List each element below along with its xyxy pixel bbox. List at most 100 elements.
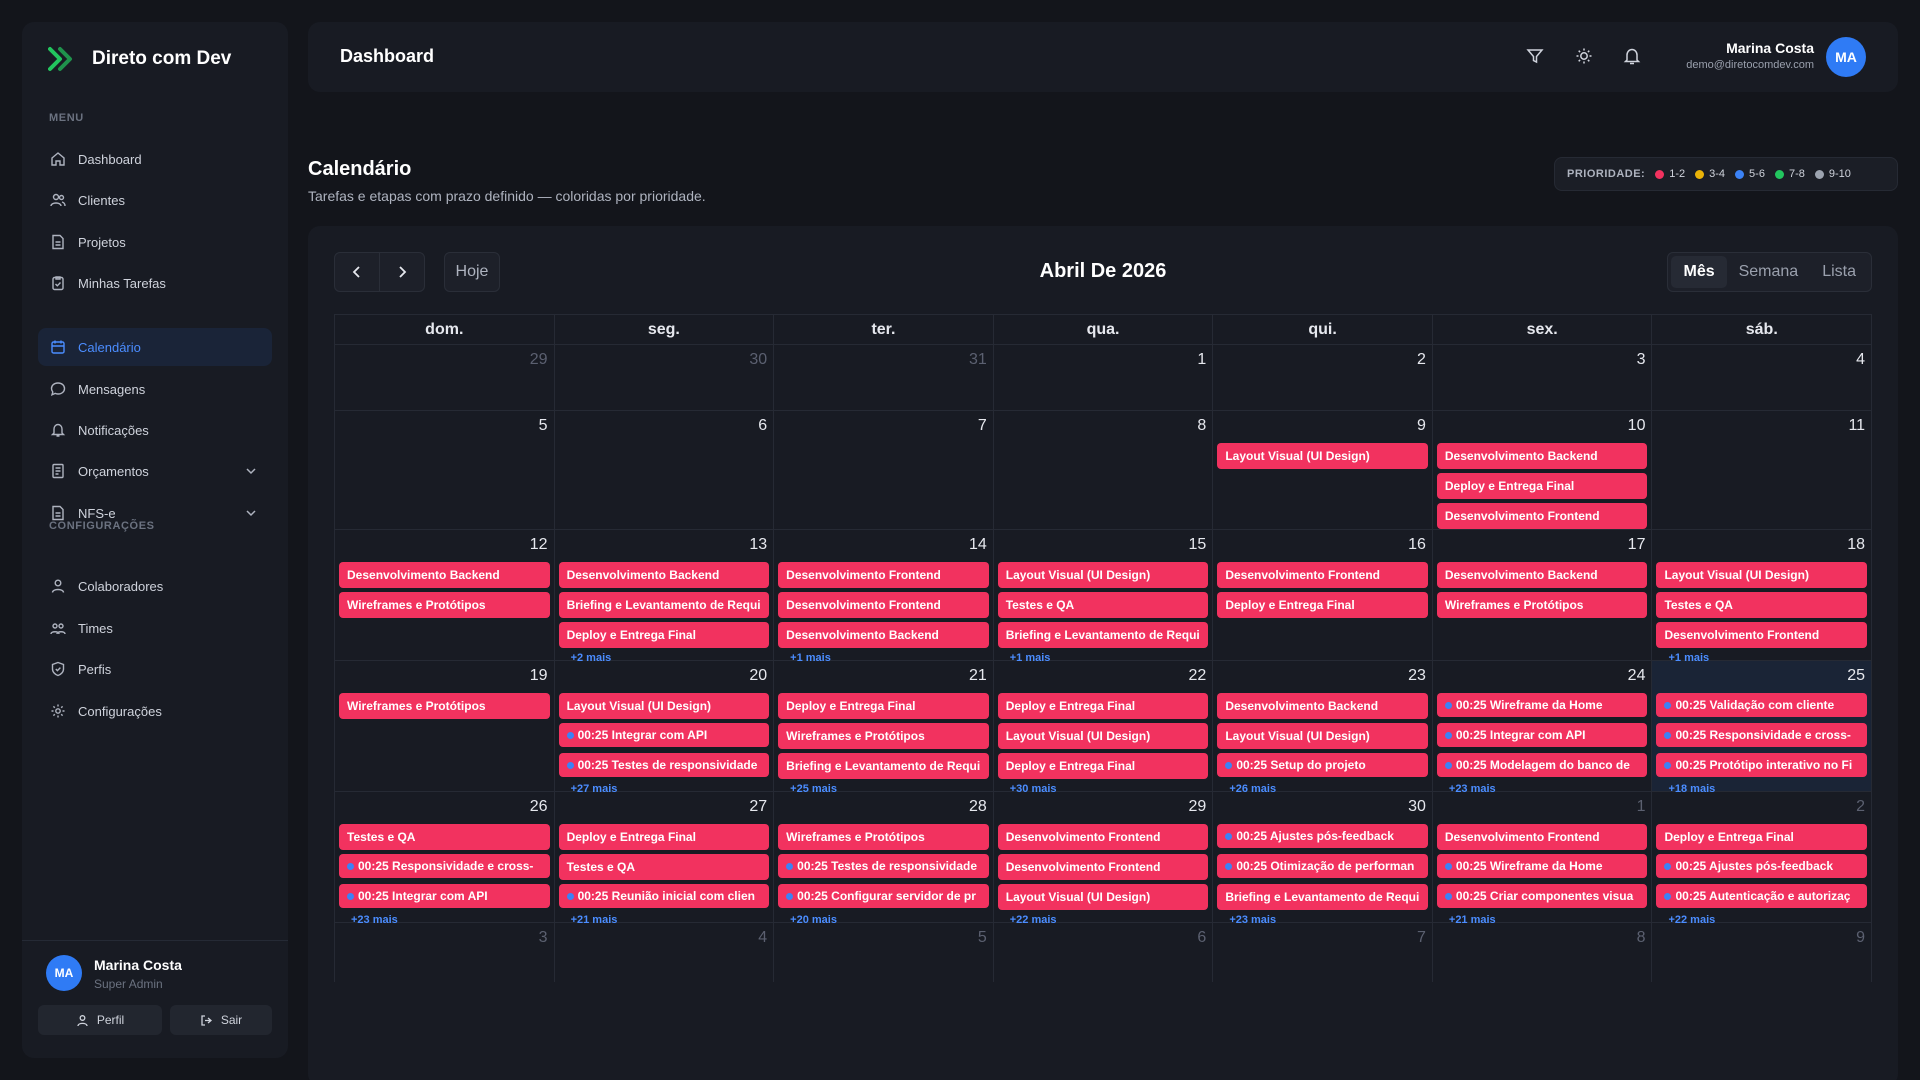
sidebar-item-colaboradores[interactable]: Colaboradores [38, 567, 272, 605]
calendar-task[interactable]: 00:25 Testes de responsividade [778, 854, 989, 878]
calendar-event[interactable]: Testes e QA [558, 854, 770, 880]
sidebar-item-dashboard[interactable]: Dashboard [38, 140, 272, 178]
calendar-day[interactable]: 3 [335, 923, 554, 982]
topbar-user[interactable]: Marina Costa demo@diretocomdev.com [1686, 40, 1814, 71]
calendar-task[interactable]: 00:25 Responsividade e cross- [339, 854, 550, 878]
calendar-task[interactable]: 00:25 Ajustes pós-feedback [1656, 854, 1868, 878]
calendar-day[interactable]: 30 [553, 345, 774, 410]
calendar-day[interactable]: 17 Desenvolvimento Backend Wireframes e Pr… [1431, 530, 1652, 660]
sidebar-item-calendario[interactable]: Calendário [38, 328, 272, 366]
calendar-event[interactable]: Desenvolvimento Frontend [1217, 562, 1428, 588]
sidebar-item-perfis[interactable]: Perfis [38, 650, 272, 688]
calendar-day[interactable]: 4 [553, 923, 774, 982]
calendar-event[interactable]: Layout Visual (UI Design) [1217, 723, 1428, 749]
calendar-day[interactable]: 26 Testes e QA 00:25 Responsividade e cros… [335, 792, 554, 926]
calendar-event[interactable]: Layout Visual (UI Design) [1217, 443, 1428, 469]
calendar-day[interactable]: 24 00:25 Wireframe da Home 00:25 Integrar … [1431, 661, 1652, 795]
calendar-day[interactable]: 21 Deploy e Entrega Final Wireframes e Pro… [773, 661, 993, 795]
calendar-event[interactable]: Layout Visual (UI Design) [997, 723, 1209, 749]
bell-icon[interactable] [1622, 46, 1642, 66]
sidebar-item-minhas-tarefas[interactable]: Minhas Tarefas [38, 264, 272, 302]
calendar-day[interactable]: 2 [1212, 345, 1432, 410]
calendar-day[interactable]: 23 Desenvolvimento Backend Layout Visual (… [1212, 661, 1432, 795]
sidebar-item-times[interactable]: Times [38, 609, 272, 647]
calendar-task[interactable]: 00:25 Criar componentes visua [1436, 884, 1648, 908]
calendar-event[interactable]: Desenvolvimento Frontend [1436, 824, 1648, 850]
view-list-button[interactable]: Lista [1810, 256, 1868, 288]
calendar-event[interactable]: Deploy e Entrega Final [1217, 592, 1428, 618]
sidebar-item-configuracoes[interactable]: Configurações [38, 692, 272, 730]
calendar-event[interactable]: Testes e QA [997, 592, 1209, 618]
calendar-task[interactable]: 00:25 Autenticação e autorizaç [1656, 884, 1868, 908]
calendar-event[interactable]: Deploy e Entrega Final [1436, 473, 1648, 499]
calendar-event[interactable]: Wireframes e Protótipos [339, 592, 550, 618]
calendar-event[interactable]: Layout Visual (UI Design) [558, 693, 770, 719]
calendar-day[interactable]: 7 [773, 411, 993, 529]
filter-icon[interactable] [1525, 46, 1545, 66]
sidebar-item-notificacoes[interactable]: Notificações [38, 411, 272, 449]
calendar-event[interactable]: Deploy e Entrega Final [558, 824, 770, 850]
calendar-task[interactable]: 00:25 Protótipo interativo no Fi [1656, 753, 1868, 777]
sun-icon[interactable] [1574, 46, 1594, 66]
calendar-event[interactable]: Desenvolvimento Backend [558, 562, 770, 588]
view-month-button[interactable]: Mês [1671, 256, 1727, 288]
calendar-event[interactable]: Desenvolvimento Backend [1217, 693, 1428, 719]
calendar-day[interactable]: 5 [335, 411, 554, 529]
calendar-day[interactable]: 28 Wireframes e Protótipos 00:25 Testes de… [773, 792, 993, 926]
calendar-event[interactable]: Deploy e Entrega Final [778, 693, 989, 719]
view-week-button[interactable]: Semana [1727, 256, 1811, 288]
calendar-day[interactable]: 15 Layout Visual (UI Design) Testes e QA Br… [992, 530, 1213, 664]
calendar-event[interactable]: Testes e QA [339, 824, 550, 850]
calendar-event[interactable]: Desenvolvimento Frontend [1436, 503, 1648, 529]
calendar-event[interactable]: Desenvolvimento Frontend [997, 854, 1209, 880]
sidebar-item-clientes[interactable]: Clientes [38, 181, 272, 219]
calendar-task[interactable]: 00:25 Modelagem do banco de [1436, 753, 1648, 777]
sidebar-item-mensagens[interactable]: Mensagens [38, 370, 272, 408]
calendar-day[interactable]: 1 [992, 345, 1213, 410]
calendar-day[interactable]: 14 Desenvolvimento Frontend Desenvolviment… [773, 530, 993, 664]
calendar-day[interactable]: 29 [335, 345, 554, 410]
calendar-task[interactable]: 00:25 Wireframe da Home [1436, 854, 1648, 878]
calendar-day[interactable]: 4 [1651, 345, 1871, 410]
calendar-event[interactable]: Deploy e Entrega Final [997, 693, 1209, 719]
calendar-event[interactable]: Desenvolvimento Backend [339, 562, 550, 588]
avatar[interactable]: MA [1826, 37, 1866, 77]
calendar-day[interactable]: 9 Layout Visual (UI Design) [1212, 411, 1432, 529]
logout-button[interactable]: Sair [170, 1005, 272, 1035]
calendar-event[interactable]: Wireframes e Protótipos [1436, 592, 1648, 618]
calendar-event[interactable]: Layout Visual (UI Design) [997, 884, 1209, 910]
calendar-day[interactable]: 30 00:25 Ajustes pós-feedback 00:25 Otimiz… [1212, 792, 1432, 926]
calendar-event[interactable]: Wireframes e Protótipos [778, 824, 989, 850]
calendar-day[interactable]: 19 Wireframes e Protótipos [335, 661, 554, 791]
calendar-day[interactable]: 8 [1431, 923, 1652, 982]
calendar-day[interactable]: 2 Deploy e Entrega Final 00:25 Ajustes pós… [1651, 792, 1871, 926]
calendar-task[interactable]: 00:25 Validação com cliente [1656, 693, 1868, 717]
calendar-day[interactable]: 20 Layout Visual (UI Design) 00:25 Integra… [553, 661, 774, 795]
calendar-day[interactable]: 12 Desenvolvimento Backend Wireframes e Pr… [335, 530, 554, 660]
calendar-day[interactable]: 6 [553, 411, 774, 529]
calendar-event[interactable]: Layout Visual (UI Design) [1656, 562, 1868, 588]
calendar-task[interactable]: 00:25 Wireframe da Home [1436, 693, 1648, 717]
calendar-event[interactable]: Desenvolvimento Backend [1436, 443, 1648, 469]
calendar-day[interactable]: 29 Desenvolvimento Frontend Desenvolviment… [992, 792, 1213, 926]
sidebar-item-orcamentos[interactable]: Orçamentos [38, 452, 272, 490]
calendar-day[interactable]: 27 Deploy e Entrega Final Testes e QA 00:25… [553, 792, 774, 926]
calendar-day[interactable]: 22 Deploy e Entrega Final Layout Visual (U… [992, 661, 1213, 795]
chevron-down-icon[interactable] [244, 464, 258, 478]
calendar-task[interactable]: 00:25 Configurar servidor de pr [778, 884, 989, 908]
calendar-day[interactable]: 1 Desenvolvimento Frontend 00:25 Wireframe… [1431, 792, 1652, 926]
chevron-down-icon[interactable] [244, 506, 258, 520]
calendar-task[interactable]: 00:25 Integrar com API [339, 884, 550, 908]
calendar-day[interactable]: 8 [992, 411, 1213, 529]
calendar-event[interactable]: Briefing e Levantamento de Requi [778, 753, 989, 779]
calendar-event[interactable]: Desenvolvimento Frontend [997, 824, 1209, 850]
calendar-event[interactable]: Desenvolvimento Frontend [1656, 622, 1868, 648]
calendar-event[interactable]: Desenvolvimento Backend [778, 622, 989, 648]
calendar-day[interactable]: 3 [1431, 345, 1652, 410]
calendar-day[interactable]: 31 [773, 345, 993, 410]
calendar-event[interactable]: Testes e QA [1656, 592, 1868, 618]
profile-button[interactable]: Perfil [38, 1005, 162, 1035]
calendar-day[interactable]: 6 [992, 923, 1213, 982]
calendar-event[interactable]: Deploy e Entrega Final [558, 622, 770, 648]
calendar-event[interactable]: Desenvolvimento Backend [1436, 562, 1648, 588]
